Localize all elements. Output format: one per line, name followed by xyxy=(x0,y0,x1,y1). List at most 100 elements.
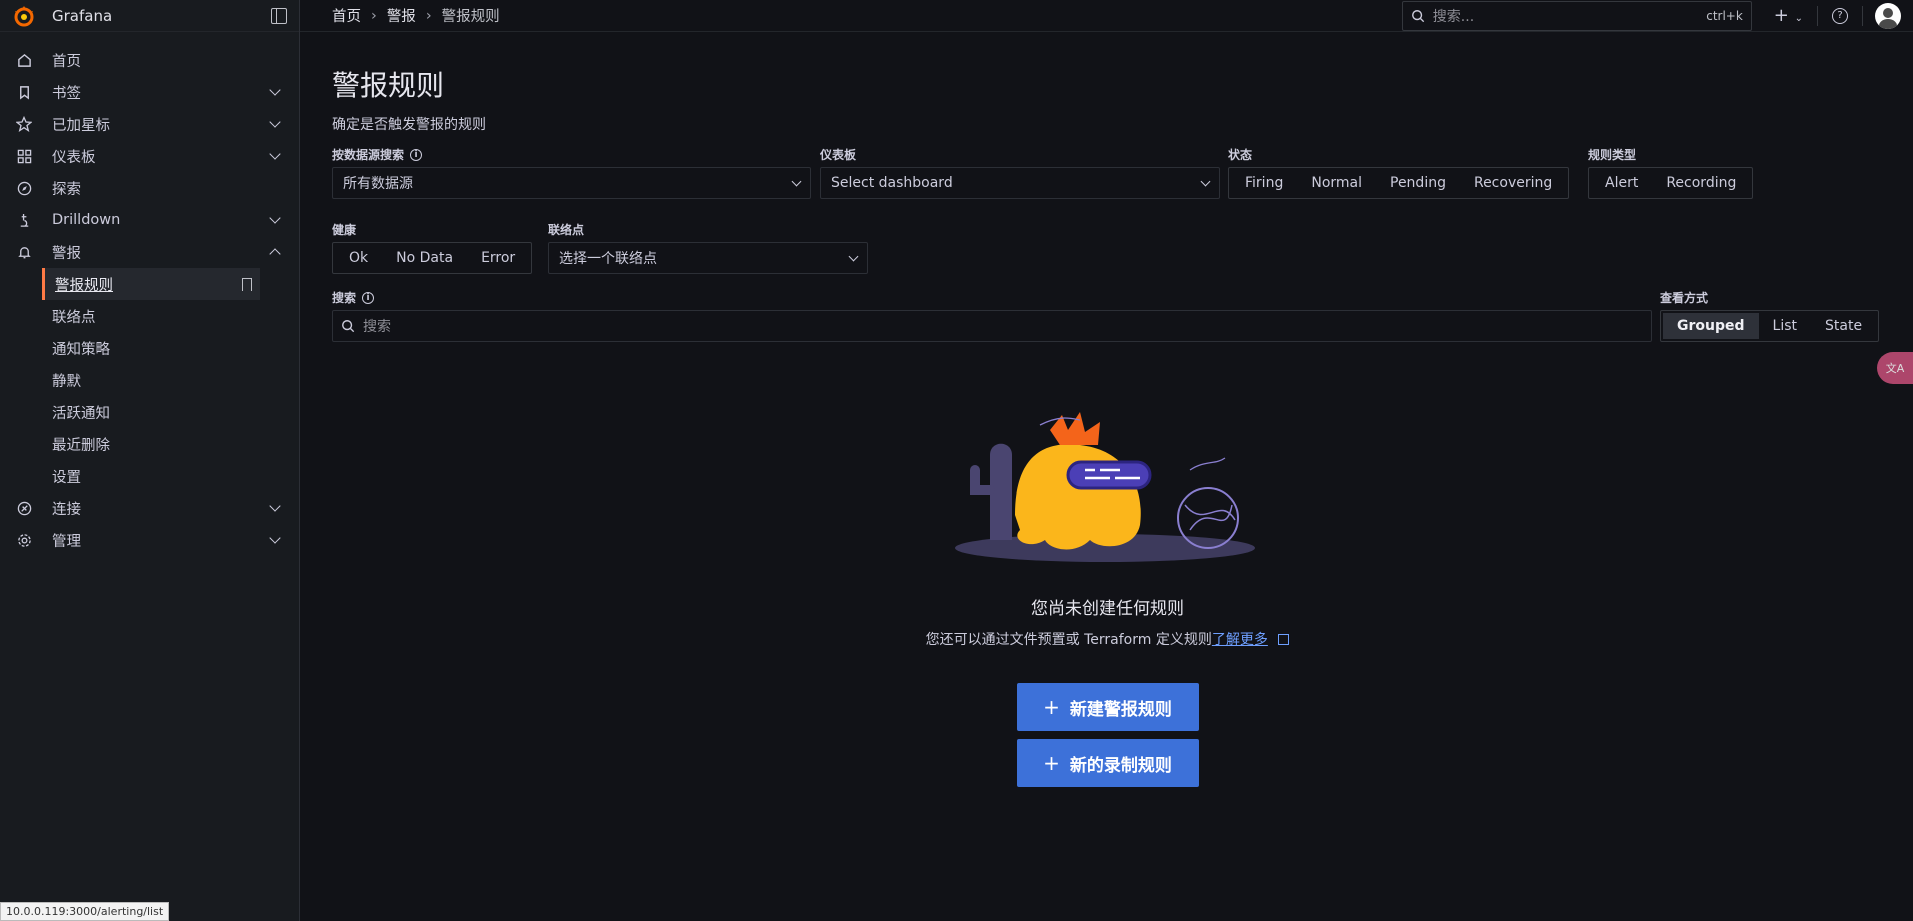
new-alert-rule-button[interactable]: + 新建警报规则 xyxy=(1016,683,1199,731)
dashboard-label: 仪表板 xyxy=(820,148,857,162)
dock-menu-icon[interactable] xyxy=(271,7,287,24)
sidebar-item-silences[interactable]: 静默 xyxy=(0,364,299,396)
chevron-down-icon[interactable] xyxy=(269,500,281,512)
search-placeholder: 搜索... xyxy=(1432,8,1475,25)
breadcrumb-home[interactable]: 首页 xyxy=(332,5,361,26)
search-icon xyxy=(1411,9,1424,22)
sidebar-item-active-notifications[interactable]: 活跃通知 xyxy=(0,396,299,428)
dashboard-select[interactable]: Select dashboard xyxy=(820,167,1220,199)
add-new-button[interactable]: + ⌄ xyxy=(1774,5,1803,26)
main-content: 警报规则 确定是否触发警报的规则 xyxy=(332,32,1883,134)
state-option-recovering[interactable]: Recovering xyxy=(1460,170,1566,196)
view-option-grouped[interactable]: Grouped xyxy=(1663,313,1759,339)
new-recording-rule-button[interactable]: + 新的录制规则 xyxy=(1016,739,1199,787)
nav-item-bookmarks[interactable]: 书签 xyxy=(0,76,299,108)
nav-item-connections[interactable]: 连接 xyxy=(0,492,299,524)
datasource-value: 所有数据源 xyxy=(343,176,413,192)
view-segmented-control: Grouped List State xyxy=(1660,310,1880,342)
state-label: 状态 xyxy=(1228,148,1253,162)
translate-button[interactable]: 文A xyxy=(1877,352,1913,384)
search-icon xyxy=(342,320,355,333)
dashboards-icon xyxy=(16,148,32,164)
nav-label: 已加星标 xyxy=(52,117,110,134)
empty-state-title: 您尚未创建任何规则 xyxy=(1031,599,1184,619)
breadcrumb: 首页 › 警报 › 警报规则 xyxy=(332,5,1402,26)
learn-more-link[interactable]: 了解更多 xyxy=(1212,632,1268,648)
contact-point-select[interactable]: 选择一个联络点 xyxy=(548,242,868,274)
state-option-firing[interactable]: Firing xyxy=(1231,170,1297,196)
nav-menu: 首页 书签 已加星标 仪表板 探索 Drilldown 警报 警报规则 联络点 … xyxy=(0,32,299,556)
health-option-nodata[interactable]: No Data xyxy=(382,245,467,271)
contact-value: 选择一个联络点 xyxy=(559,251,657,267)
sidebar-item-recently-deleted[interactable]: 最近删除 xyxy=(0,428,299,460)
info-icon[interactable]: i xyxy=(362,291,375,304)
help-icon[interactable]: ? xyxy=(1832,7,1848,24)
contact-label: 联络点 xyxy=(548,223,585,237)
nav-item-drilldown[interactable]: Drilldown xyxy=(0,204,299,236)
sidebar-item-notification-policies[interactable]: 通知策略 xyxy=(0,332,299,364)
chevron-down-icon[interactable] xyxy=(269,532,281,544)
health-option-error[interactable]: Error xyxy=(467,245,529,271)
search-shortcut: ctrl+k xyxy=(1706,8,1743,23)
divider xyxy=(1817,5,1818,26)
drilldown-icon xyxy=(16,212,32,228)
sub-label: 联络点 xyxy=(52,309,96,326)
external-link-icon[interactable] xyxy=(1278,634,1290,645)
global-search-input[interactable]: 搜索... ctrl+k xyxy=(1401,0,1752,31)
chevron-down-icon[interactable] xyxy=(269,148,281,160)
search-input[interactable]: 搜索 xyxy=(332,310,1652,342)
nav-item-starred[interactable]: 已加星标 xyxy=(0,108,299,140)
nav-label: 管理 xyxy=(52,533,81,550)
nav-item-home[interactable]: 首页 xyxy=(0,44,299,76)
datasource-select[interactable]: 所有数据源 xyxy=(332,167,811,199)
bookmark-icon xyxy=(16,84,32,100)
ruletype-segmented-control: Alert Recording xyxy=(1588,167,1754,199)
chevron-down-icon[interactable] xyxy=(269,212,281,224)
ruletype-option-recording[interactable]: Recording xyxy=(1652,170,1750,196)
nav-item-explore[interactable]: 探索 xyxy=(0,172,299,204)
state-option-normal[interactable]: Normal xyxy=(1297,170,1376,196)
search-placeholder: 搜索 xyxy=(363,319,391,335)
sidebar-header: Grafana xyxy=(0,0,299,32)
nav-item-dashboards[interactable]: 仪表板 xyxy=(0,140,299,172)
compass-icon xyxy=(16,180,32,196)
bookmark-icon[interactable] xyxy=(242,277,252,291)
avatar[interactable] xyxy=(1875,2,1901,29)
sub-label: 静默 xyxy=(52,373,81,390)
nav-item-alerting[interactable]: 警报 xyxy=(0,236,299,268)
view-as-filter: 查看方式 Grouped List State xyxy=(1660,289,1880,342)
grafana-logo-icon[interactable] xyxy=(12,4,36,28)
chevron-up-icon[interactable] xyxy=(269,248,281,260)
info-icon[interactable]: i xyxy=(410,148,423,161)
chevron-down-icon[interactable] xyxy=(269,84,281,96)
view-option-list[interactable]: List xyxy=(1759,313,1811,339)
search-label: 搜索 i xyxy=(332,289,1652,306)
status-bar-url: 10.0.0.119:3000/alerting/list xyxy=(0,902,170,921)
chevron-down-icon[interactable] xyxy=(269,116,281,128)
sub-label: 设置 xyxy=(52,469,81,486)
home-icon xyxy=(16,52,32,68)
empty-state-illustration xyxy=(955,412,1255,562)
breadcrumb-alerting[interactable]: 警报 xyxy=(387,5,416,26)
plus-icon: + xyxy=(1043,751,1060,775)
top-bar: 首页 › 警报 › 警报规则 搜索... ctrl+k + ⌄ ? xyxy=(300,0,1913,32)
chevron-down-icon xyxy=(791,176,802,186)
nav-item-administration[interactable]: 管理 xyxy=(0,524,299,556)
sidebar-item-settings[interactable]: 设置 xyxy=(0,460,299,492)
nav-label: Drilldown xyxy=(52,212,121,228)
state-option-pending[interactable]: Pending xyxy=(1376,170,1460,196)
bell-icon xyxy=(16,244,32,260)
nav-label: 仪表板 xyxy=(52,149,96,166)
empty-state-text: 您还可以通过文件预置或 Terraform 定义规则 xyxy=(925,632,1212,648)
chevron-right-icon: › xyxy=(425,7,432,24)
empty-state: 您尚未创建任何规则 您还可以通过文件预置或 Terraform 定义规则了解更多… xyxy=(332,594,1883,787)
sidebar-item-alert-rules[interactable]: 警报规则 xyxy=(42,268,260,300)
chevron-down-icon xyxy=(1200,176,1211,186)
health-option-ok[interactable]: Ok xyxy=(335,245,382,271)
sidebar-item-contact-points[interactable]: 联络点 xyxy=(0,300,299,332)
datasource-filter: 按数据源搜索 i 所有数据源 xyxy=(332,146,811,199)
chevron-right-icon: › xyxy=(371,7,377,24)
ruletype-option-alert[interactable]: Alert xyxy=(1591,170,1652,196)
view-option-state[interactable]: State xyxy=(1811,313,1876,339)
health-label: 健康 xyxy=(332,223,357,237)
